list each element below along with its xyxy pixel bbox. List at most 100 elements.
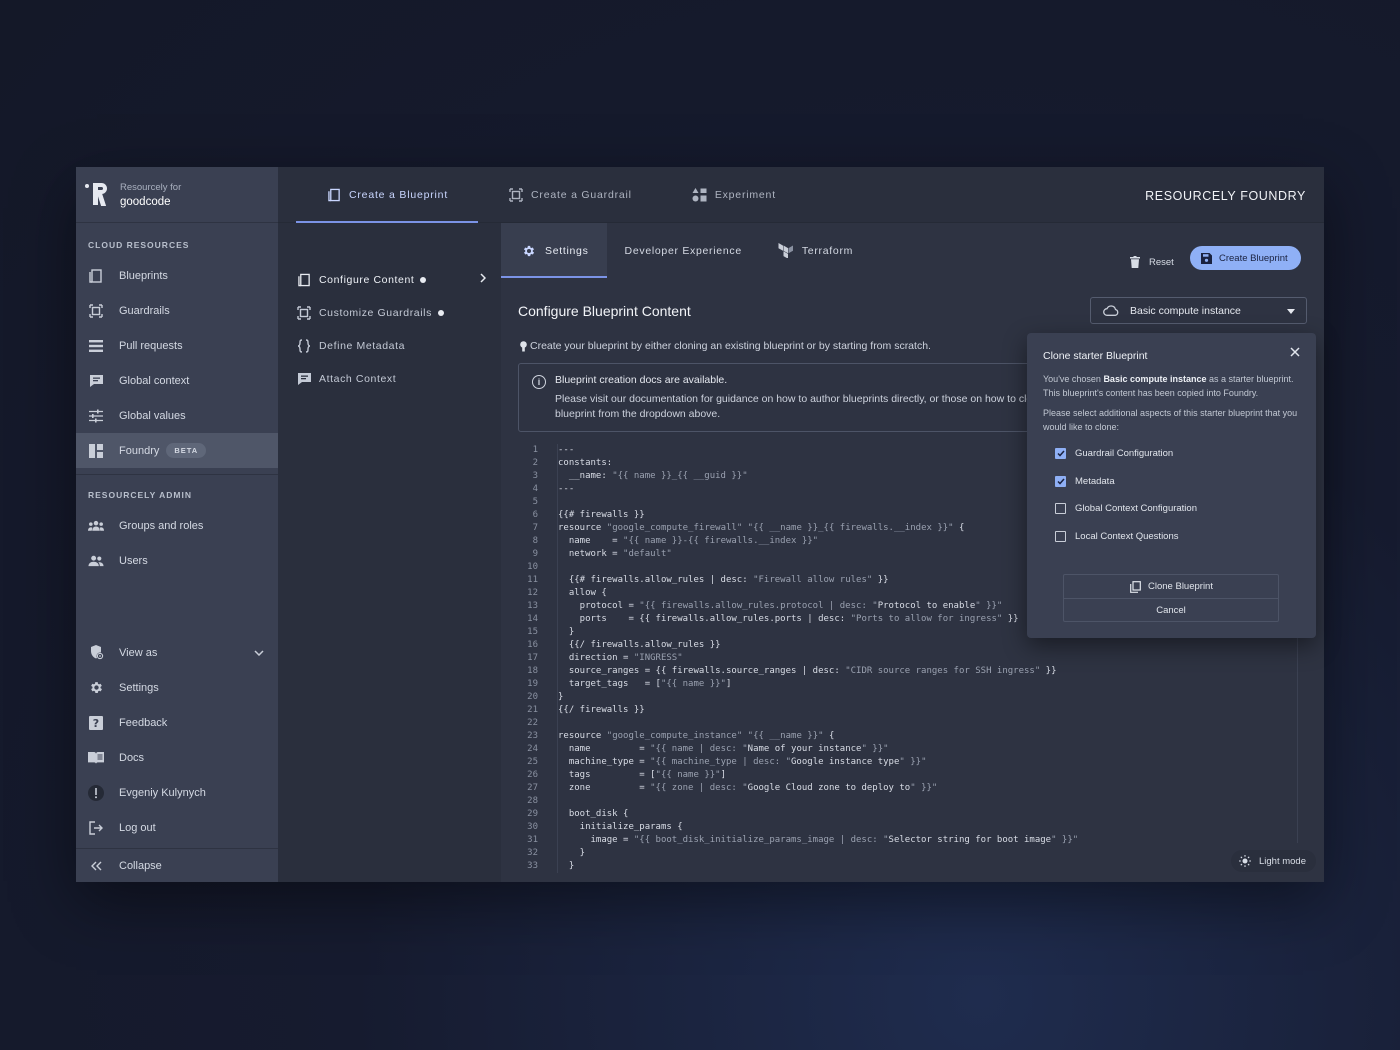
sidebar-item-guardrails[interactable]: Guardrails	[76, 293, 278, 328]
tab-label: Developer Experience	[624, 244, 742, 257]
line-content: {{# firewalls }}	[557, 509, 645, 522]
cancel-button[interactable]: Cancel	[1064, 598, 1278, 621]
tab-terraform[interactable]: Terraform	[760, 223, 871, 278]
clone-blueprint-button[interactable]: Clone Blueprint	[1064, 575, 1278, 598]
create-blueprint-button[interactable]: Create Blueprint	[1190, 246, 1301, 270]
starter-blueprint-select[interactable]: Basic compute instance	[1090, 297, 1307, 324]
line-number: 1	[532, 445, 538, 455]
line-content: direction = "INGRESS"	[557, 652, 683, 665]
code-line: 20}	[501, 691, 1101, 704]
sidebar-item-pull-requests[interactable]: Pull requests	[76, 328, 278, 363]
tab-settings[interactable]: Settings	[501, 223, 607, 278]
code-line: 7 resource "google_compute_firewall" "{{ …	[501, 522, 1101, 535]
clone-blueprint-popup: Clone starter Blueprint You've chosen Ba…	[1027, 333, 1316, 638]
terraform-icon	[778, 243, 794, 259]
sidebar-item-label: Foundry	[119, 444, 160, 457]
line-number: 18	[527, 666, 538, 676]
sidebar-item-view-as[interactable]: View as	[76, 635, 278, 670]
sidebar-item-global-context[interactable]: Global context	[76, 363, 278, 398]
line-content: }	[557, 626, 575, 639]
org-name: goodcode	[120, 195, 171, 208]
brand[interactable]: Resourcely for goodcode	[76, 167, 278, 223]
tab-label: Create a Blueprint	[349, 188, 449, 201]
light-mode-toggle[interactable]: Light mode	[1231, 850, 1317, 872]
line-number: 16	[527, 640, 538, 650]
info-line-1: Please visit our documentation for guida…	[555, 393, 1038, 405]
line-content: protocol = "{{ firewalls.allow_rules.pro…	[557, 600, 1003, 613]
sidebar-bottom-nav: View as Settings ? Feedback Docs Evgeniy…	[76, 635, 278, 845]
step-label: Define Metadata	[319, 339, 406, 352]
sidebar: Resourcely for goodcode CLOUD RESOURCES …	[76, 167, 278, 882]
sidebar-item-global-values[interactable]: Global values	[76, 398, 278, 433]
sidebar-item-foundry[interactable]: Foundry BETA	[76, 433, 278, 468]
group-icon	[88, 518, 104, 534]
line-content: {{/ firewalls.allow_rules }}	[557, 639, 721, 652]
popup-title: Clone starter Blueprint	[1043, 350, 1148, 362]
sidebar-item-profile[interactable]: Evgeniy Kulynych	[76, 775, 278, 810]
sidebar-item-feedback[interactable]: ? Feedback	[76, 705, 278, 740]
checkbox-checked[interactable]	[1055, 448, 1066, 460]
code-line: 12 allow {	[501, 587, 1101, 600]
close-icon[interactable]	[1288, 345, 1302, 359]
line-number: 2	[532, 458, 538, 468]
tab-create-blueprint[interactable]: Create a Blueprint	[278, 167, 479, 223]
tab-developer-experience[interactable]: Developer Experience	[607, 223, 760, 278]
checkbox-unchecked[interactable]	[1055, 530, 1066, 542]
tab-experiment[interactable]: Experiment	[662, 167, 806, 222]
tab-create-guardrail[interactable]: Create a Guardrail	[478, 167, 662, 222]
hint-text: Create your blueprint by either cloning …	[518, 338, 931, 354]
sidebar-item-docs[interactable]: Docs	[76, 740, 278, 775]
line-number: 28	[527, 796, 538, 806]
code-line: 15 }	[501, 626, 1101, 639]
line-number: 31	[527, 835, 538, 845]
code-line: 29 boot_disk {	[501, 808, 1101, 821]
step-attach-context[interactable]: Attach Context	[296, 362, 486, 395]
resourcely-logo	[85, 181, 113, 209]
sidebar-item-label: Pull requests	[119, 339, 183, 352]
option-local-context-questions[interactable]: Local Context Questions	[1043, 523, 1300, 551]
blueprint-icon	[326, 187, 342, 203]
checkbox-checked[interactable]	[1055, 475, 1066, 487]
option-metadata[interactable]: Metadata	[1043, 468, 1300, 496]
collapse-button[interactable]: Collapse	[76, 849, 278, 882]
line-content: __name: "{{ name }}_{{ __guid }}"	[557, 470, 748, 483]
code-editor[interactable]: 1 --- 2 constants: 3 __name: "{{ name }}_{{ …	[501, 444, 1101, 873]
line-content: initialize_params {	[557, 821, 683, 834]
info-icon: i	[532, 375, 546, 389]
sliders-icon	[88, 408, 104, 424]
svg-text:?: ?	[93, 717, 99, 730]
sidebar-item-label: View as	[119, 646, 158, 659]
step-define-metadata[interactable]: Define Metadata	[296, 329, 486, 362]
step-customize-guardrails[interactable]: Customize Guardrails	[296, 296, 486, 329]
code-line: 14 ports = {{ firewalls.allow_rules.port…	[501, 613, 1101, 626]
sidebar-item-users[interactable]: Users	[76, 543, 278, 578]
option-guardrail-configuration[interactable]: Guardrail Configuration	[1043, 440, 1300, 468]
tab-label: Terraform	[801, 244, 854, 257]
sidebar-item-blueprints[interactable]: Blueprints	[76, 258, 278, 293]
cloud-icon	[1103, 303, 1119, 319]
line-number: 33	[527, 861, 538, 871]
line-number: 11	[527, 575, 538, 585]
sidebar-item-groups-and-roles[interactable]: Groups and roles	[76, 508, 278, 543]
popup-text-pre: You've chosen	[1043, 374, 1104, 384]
code-line: 22	[501, 717, 1101, 730]
option-global-context-configuration[interactable]: Global Context Configuration	[1043, 495, 1300, 523]
sidebar-item-log-out[interactable]: Log out	[76, 810, 278, 845]
code-line: 26 tags = ["{{ name }}"]	[501, 769, 1101, 782]
line-content: machine_type = "{{ machine_type | desc: …	[557, 756, 927, 769]
code-line: 10	[501, 561, 1101, 574]
code-line: 21 {{/ firewalls }}	[501, 704, 1101, 717]
editor-scrollbar[interactable]	[1297, 613, 1298, 843]
guardrail-icon	[508, 187, 524, 203]
sidebar-item-settings[interactable]: Settings	[76, 670, 278, 705]
code-line: 30 initialize_params {	[501, 821, 1101, 834]
chevron-down-icon[interactable]	[254, 647, 264, 659]
code-line: 13 protocol = "{{ firewalls.allow_rules.…	[501, 600, 1101, 613]
step-configure-content[interactable]: Configure Content	[296, 263, 487, 296]
save-icon	[1200, 250, 1212, 266]
checkbox-unchecked[interactable]	[1055, 503, 1066, 515]
cancel-label: Cancel	[1156, 604, 1186, 616]
line-content: }	[557, 691, 564, 704]
line-number: 4	[532, 484, 538, 494]
reset-button[interactable]: Reset	[1129, 254, 1174, 270]
